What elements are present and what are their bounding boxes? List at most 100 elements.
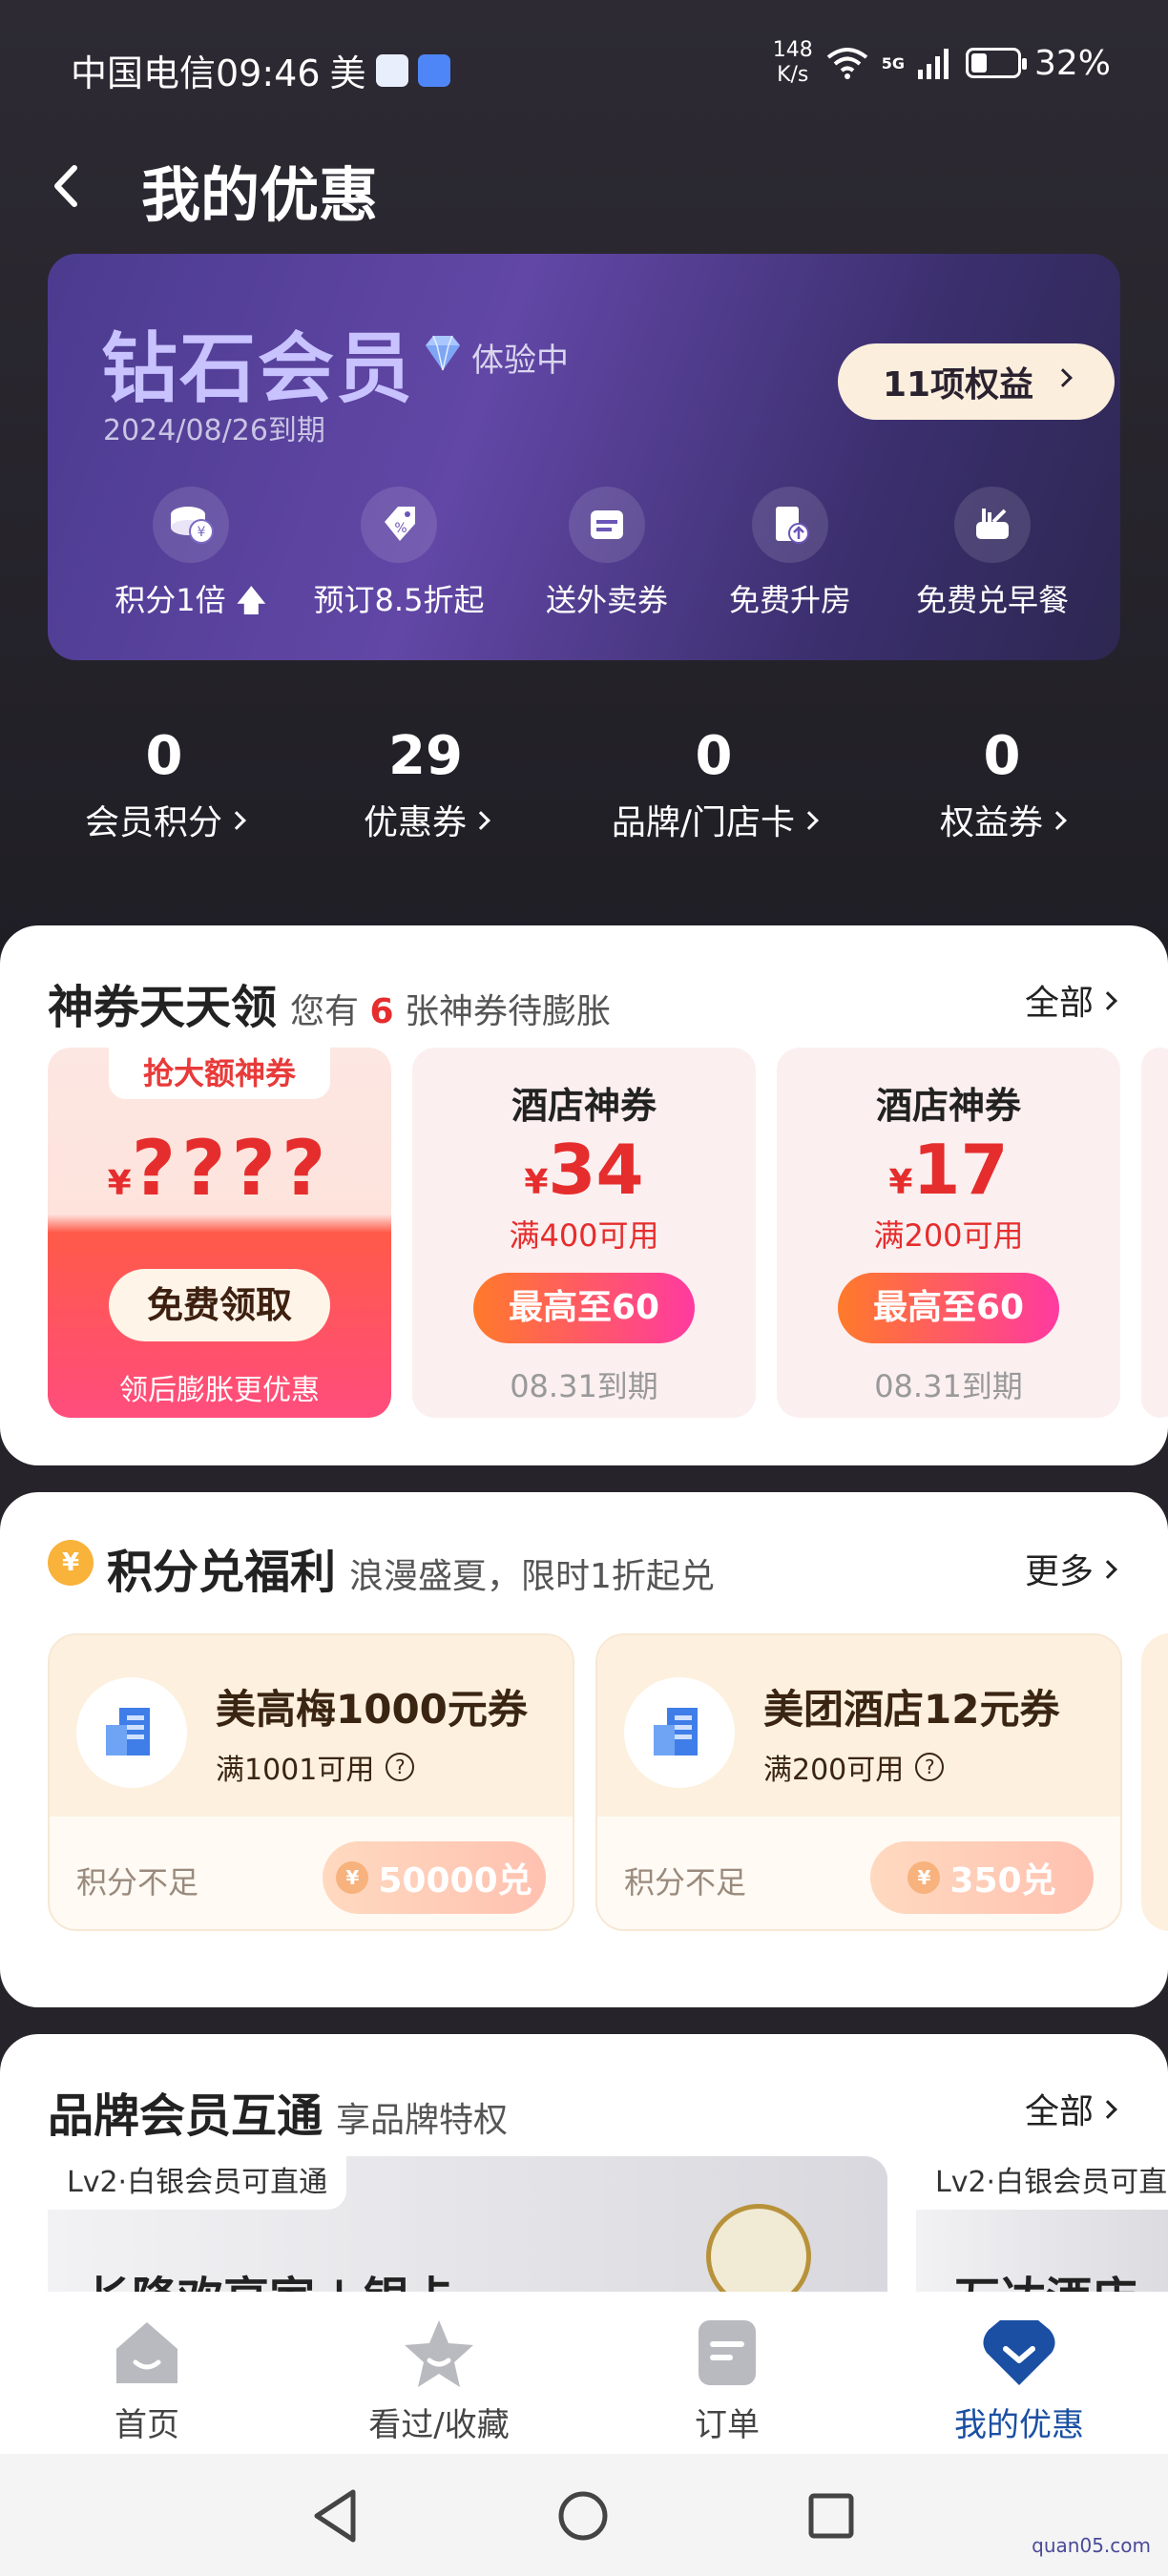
perk-list: ¥ 积分1倍 🡅 % 预订8.5折起 送外卖券 免费升房 免费兑早餐 [48, 487, 1120, 630]
perk-discount[interactable]: % 预订8.5折起 [294, 487, 504, 620]
coupon-max-button[interactable]: 最高至60 [473, 1273, 695, 1343]
nav-orders[interactable]: 订单 [603, 2316, 851, 2445]
breakfast-icon [954, 487, 1031, 563]
nav-my-offers[interactable]: 我的优惠 [895, 2316, 1143, 2445]
wifi-icon [826, 48, 867, 79]
order-icon [699, 2320, 756, 2385]
chevron-right-icon [1048, 811, 1067, 830]
rights-button[interactable]: 11项权益 [838, 343, 1115, 420]
stat-label: 权益券 [939, 803, 1043, 842]
perk-delivery[interactable]: 送外卖券 [502, 487, 712, 620]
grab-tag: 抢大额神券 [109, 1048, 330, 1099]
brand-all-link[interactable]: 全部 [1024, 2084, 1117, 2133]
coupon-max-button[interactable]: 最高至60 [838, 1273, 1059, 1343]
grab-note: 领后膨胀更优惠 [119, 1374, 320, 1407]
coin-icon: ¥ [336, 1861, 369, 1894]
points-reward-card[interactable]: 美团酒店12元券 满200可用? 积分不足 ¥350兑 [595, 1633, 1122, 1931]
section-subtitle: 享品牌特权 [336, 2101, 509, 2140]
reward-condition: 满1001可用? [216, 1746, 415, 1788]
perk-upgrade[interactable]: 免费升房 [685, 487, 895, 620]
battery-icon [965, 48, 1027, 78]
discount-tag-icon: % [361, 487, 437, 563]
more-label: 全部 [1024, 2092, 1094, 2131]
points-section-header: 积分兑福利 浪漫盛夏，限时1折起兑 [107, 1534, 715, 1601]
nav-label: 我的优惠 [954, 2406, 1084, 2444]
grab-coupon-card[interactable]: 抢大额神券 ¥???? 免费领取 领后膨胀更优惠 [48, 1048, 391, 1418]
reward-name: 美团酒店12元券 [763, 1686, 1060, 1733]
perk-points[interactable]: ¥ 积分1倍 🡅 [86, 487, 296, 631]
points-more-link[interactable]: 更多 [1024, 1544, 1117, 1593]
coupons-all-link[interactable]: 全部 [1024, 975, 1117, 1025]
points-reward-card[interactable]: 美高梅1000元券 满1001可用? 积分不足 ¥50000兑 [48, 1633, 574, 1931]
coupon-card-peek[interactable] [1141, 1048, 1168, 1418]
nav-home[interactable]: 首页 [23, 2316, 271, 2445]
status-right: 148 K/s 5G 32% [773, 38, 1111, 88]
vip-expire-date: 2024/08/26到期 [103, 414, 325, 447]
brand-section-header: 品牌会员互通 享品牌特权 [48, 2078, 508, 2145]
svg-text:%: % [394, 521, 407, 536]
watermark-text: quan05.com [1032, 2534, 1151, 2557]
net-speed-value: 148 [772, 38, 813, 62]
free-claim-button[interactable]: 免费领取 [109, 1269, 330, 1341]
chevron-right-icon [471, 811, 490, 830]
chevron-right-icon [227, 811, 246, 830]
coupon-heart-icon [983, 2320, 1055, 2385]
coupon-amount: ¥34 [412, 1130, 756, 1210]
status-bar: 中国电信09:46 美 148 K/s 5G 32% [0, 0, 1168, 134]
hotel-building-icon [624, 1677, 735, 1788]
perk-label: 免费升房 [728, 582, 851, 618]
hotel-coupon-card[interactable]: 酒店神券 ¥34 满400可用 最高至60 08.31到期 [412, 1048, 756, 1418]
brand-tier-tag: Lv2·白银会员可直通 [48, 2156, 347, 2210]
chevron-right-icon [1098, 1560, 1117, 1579]
hotel-building-icon [76, 1677, 187, 1788]
coupon-title: 酒店神券 [875, 1085, 1021, 1127]
perk-breakfast[interactable]: 免费兑早餐 [887, 487, 1097, 620]
diamond-icon [426, 335, 460, 371]
stat-rights-coupons[interactable]: 0 权益券 [859, 725, 1145, 844]
stat-coupons[interactable]: 29 优惠券 [282, 725, 569, 844]
currency-symbol: ¥ [524, 1163, 549, 1202]
redeem-price: 350兑 [949, 1861, 1056, 1901]
coupon-condition: 满200可用 [873, 1217, 1024, 1254]
condition-text: 满1001可用 [216, 1754, 375, 1787]
brand-card[interactable]: Lv2·白银会员可直 万达酒店 [916, 2156, 1168, 2299]
chevron-right-icon [1098, 2100, 1117, 2119]
coupon-condition: 满400可用 [509, 1217, 659, 1254]
home-circle-icon[interactable] [557, 2490, 609, 2542]
back-triangle-icon[interactable] [311, 2488, 359, 2544]
reward-card-peek[interactable] [1141, 1633, 1168, 1931]
stat-brand-cards[interactable]: 0 品牌/门店卡 [571, 725, 857, 844]
nav-history[interactable]: 看过/收藏 [315, 2316, 563, 2445]
coupon-expire: 08.31到期 [510, 1368, 658, 1404]
perk-label: 积分1倍 [115, 582, 226, 618]
perk-label: 免费兑早餐 [915, 582, 1069, 618]
insufficient-points: 积分不足 [624, 1864, 747, 1901]
stat-member-points[interactable]: 0 会员积分 [21, 725, 307, 844]
coupon-title: 酒店神券 [511, 1085, 657, 1127]
hotel-coupon-card[interactable]: 酒店神券 ¥17 满200可用 最高至60 08.31到期 [777, 1048, 1120, 1418]
brand-seal-logo [706, 2204, 811, 2299]
carrier-time: 中国电信09:46 [71, 52, 321, 94]
reward-name: 美高梅1000元券 [216, 1686, 528, 1733]
redeem-price: 50000兑 [378, 1861, 532, 1901]
brand-card[interactable]: Lv2·白银会员可直通 长隆欢享家 | 银卡 [48, 2156, 887, 2299]
coin-icon: ¥ [907, 1861, 941, 1894]
stat-value: 29 [388, 725, 463, 787]
section-title: 神券天天领 [48, 981, 278, 1034]
amount-value: 34 [548, 1130, 644, 1210]
vip-level: 钻石会员 [101, 324, 414, 413]
redeem-button[interactable]: ¥50000兑 [323, 1841, 546, 1914]
subtitle-suffix: 张神券待膨胀 [405, 992, 612, 1031]
battery-level: 32% [1033, 43, 1111, 83]
redeem-button[interactable]: ¥350兑 [870, 1841, 1094, 1914]
help-icon[interactable]: ? [386, 1753, 415, 1781]
back-arrow-icon[interactable] [44, 162, 92, 210]
section-subtitle: 您有 6 张神券待膨胀 [290, 984, 611, 1033]
more-label: 全部 [1024, 984, 1094, 1023]
stat-label: 优惠券 [363, 803, 467, 842]
vip-card[interactable]: 钻石会员 体验中 2024/08/26到期 11项权益 ¥ 积分1倍 🡅 % 预… [48, 254, 1120, 660]
help-icon[interactable]: ? [915, 1753, 945, 1781]
recent-apps-icon[interactable] [807, 2492, 855, 2540]
more-label: 更多 [1024, 1552, 1094, 1591]
chevron-right-icon [1053, 368, 1073, 387]
